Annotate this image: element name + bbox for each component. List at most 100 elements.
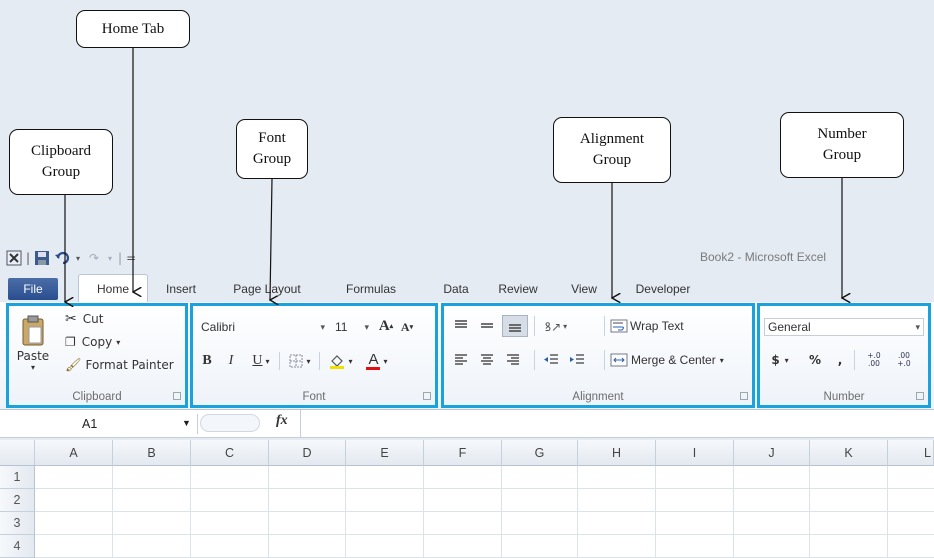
align-right-button[interactable]: [502, 350, 524, 370]
redo-dropdown-icon[interactable]: ▾: [106, 250, 114, 266]
currency-button[interactable]: $ ▾: [766, 350, 794, 370]
cut-button[interactable]: ✂ Cut: [65, 310, 103, 328]
worksheet-grid: A B C D E F G H I J K L 1 2 3 4: [0, 440, 934, 558]
currency-glyph: $: [771, 353, 780, 367]
clipboard-dialog-launcher[interactable]: [173, 392, 181, 400]
column-header-j[interactable]: J: [734, 440, 810, 466]
undo-icon[interactable]: [54, 250, 70, 266]
tab-developer[interactable]: Developer: [618, 278, 708, 300]
copy-button[interactable]: ❐ Copy ▾: [65, 333, 120, 351]
customize-qat-icon[interactable]: =: [126, 250, 136, 266]
column-header-i[interactable]: I: [656, 440, 734, 466]
gridline: [577, 466, 578, 558]
increase-decimal-button[interactable]: +.0 .00: [860, 350, 888, 370]
borders-button[interactable]: ▾: [285, 352, 315, 370]
font-name-combo[interactable]: Calibri ▾: [197, 318, 329, 336]
alignment-dialog-launcher[interactable]: [740, 392, 748, 400]
shrink-font-button[interactable]: A ▾: [399, 318, 415, 336]
fill-color-dropdown-icon: ▾: [348, 356, 353, 366]
gridline: [35, 534, 934, 535]
window-title: Book2 - Microsoft Excel: [700, 250, 827, 264]
decrease-indent-button[interactable]: [540, 350, 562, 370]
redo-icon[interactable]: ↷: [86, 250, 102, 266]
row-header-3[interactable]: 3: [0, 512, 35, 535]
percent-button[interactable]: %: [806, 350, 824, 370]
tab-review[interactable]: Review: [488, 278, 548, 300]
format-painter-button[interactable]: 🖌 Format Painter: [65, 356, 174, 374]
number-group: General ▾ $ ▾ % , +.0 .00 .00 +.0 Number: [757, 303, 931, 408]
underline-button[interactable]: U ▾: [247, 352, 275, 370]
column-header-d[interactable]: D: [269, 440, 346, 466]
font-group: Calibri ▾ 11 ▾ A ▴ A ▾ B I U ▾ ▾ ▾ A ▾ Fon…: [190, 303, 438, 408]
tab-page-layout[interactable]: Page Layout: [222, 278, 312, 300]
orientation-button[interactable]: ꝸ↗ ▾: [540, 316, 572, 336]
row-header-2[interactable]: 2: [0, 489, 35, 512]
formula-bar-resize-handle[interactable]: [200, 414, 260, 432]
row-header-1[interactable]: 1: [0, 466, 35, 489]
column-header-e[interactable]: E: [346, 440, 424, 466]
font-size-value: 11: [335, 320, 348, 334]
column-header-k[interactable]: K: [810, 440, 888, 466]
home-tab-callout: Home Tab: [76, 10, 190, 48]
align-right-icon: [507, 354, 519, 365]
number-format-combo[interactable]: General ▾: [764, 318, 924, 336]
align-top-button[interactable]: [450, 316, 472, 336]
column-header-a[interactable]: A: [35, 440, 113, 466]
gridline: [733, 466, 734, 558]
name-box[interactable]: A1 ▼: [0, 414, 198, 434]
paste-icon: [22, 315, 44, 345]
tab-insert[interactable]: Insert: [156, 278, 206, 300]
paste-button[interactable]: Paste ▾: [15, 308, 51, 378]
align-bottom-button[interactable]: [502, 315, 528, 337]
quick-access-toolbar: | ▾ ↷ ▾ | =: [6, 248, 136, 268]
column-header-g[interactable]: G: [502, 440, 578, 466]
wrap-text-button[interactable]: Wrap Text: [610, 316, 684, 336]
cell-a1[interactable]: [35, 466, 113, 489]
tab-data[interactable]: Data: [436, 278, 476, 300]
comma-button[interactable]: ,: [834, 350, 846, 370]
select-all-corner[interactable]: [0, 440, 35, 466]
merge-center-button[interactable]: Merge & Center ▾: [610, 350, 724, 370]
alignment-group-label: Alignment: [572, 391, 624, 403]
merge-center-label: Merge & Center: [631, 353, 716, 367]
tab-view[interactable]: View: [562, 278, 606, 300]
align-center-button[interactable]: [476, 350, 498, 370]
column-header-l[interactable]: L: [888, 440, 934, 466]
excel-app-icon[interactable]: [6, 250, 22, 266]
font-dialog-launcher[interactable]: [423, 392, 431, 400]
font-color-button[interactable]: A ▾: [361, 350, 393, 372]
align-middle-button[interactable]: [476, 316, 498, 336]
shrink-font-glyph: A: [400, 319, 410, 334]
brush-icon: 🖌: [65, 357, 82, 373]
font-separator-2: [319, 352, 320, 370]
fill-color-button[interactable]: ▾: [325, 352, 357, 370]
font-size-combo[interactable]: 11 ▾: [331, 318, 373, 336]
italic-button[interactable]: I: [223, 352, 239, 370]
formula-input[interactable]: [300, 410, 934, 438]
save-icon[interactable]: [34, 250, 50, 266]
tab-formulas[interactable]: Formulas: [336, 278, 406, 300]
decrease-decimal-icon: .00 +.0: [897, 351, 911, 368]
column-header-c[interactable]: C: [191, 440, 269, 466]
grow-font-button[interactable]: A ▴: [377, 316, 395, 336]
decrease-decimal-button[interactable]: .00 +.0: [890, 350, 918, 370]
gridline: [345, 466, 346, 558]
gridline: [35, 511, 934, 512]
align-left-button[interactable]: [450, 350, 472, 370]
column-header-f[interactable]: F: [424, 440, 502, 466]
increase-indent-button[interactable]: [566, 350, 588, 370]
column-header-b[interactable]: B: [113, 440, 191, 466]
font-callout-line1: Font: [258, 130, 286, 146]
insert-function-button[interactable]: fx: [276, 413, 288, 429]
number-dialog-launcher[interactable]: [916, 392, 924, 400]
borders-dropdown-icon: ▾: [306, 356, 311, 366]
column-header-h[interactable]: H: [578, 440, 656, 466]
undo-dropdown-icon[interactable]: ▾: [74, 250, 82, 266]
tab-file[interactable]: File: [8, 278, 58, 300]
row-header-4[interactable]: 4: [0, 535, 35, 558]
tab-home[interactable]: Home: [78, 274, 148, 302]
bold-button[interactable]: B: [199, 352, 215, 370]
font-color-glyph: A: [368, 351, 379, 368]
name-box-dropdown-icon[interactable]: ▼: [182, 418, 191, 428]
number-group-callout: Number Group: [780, 112, 904, 178]
